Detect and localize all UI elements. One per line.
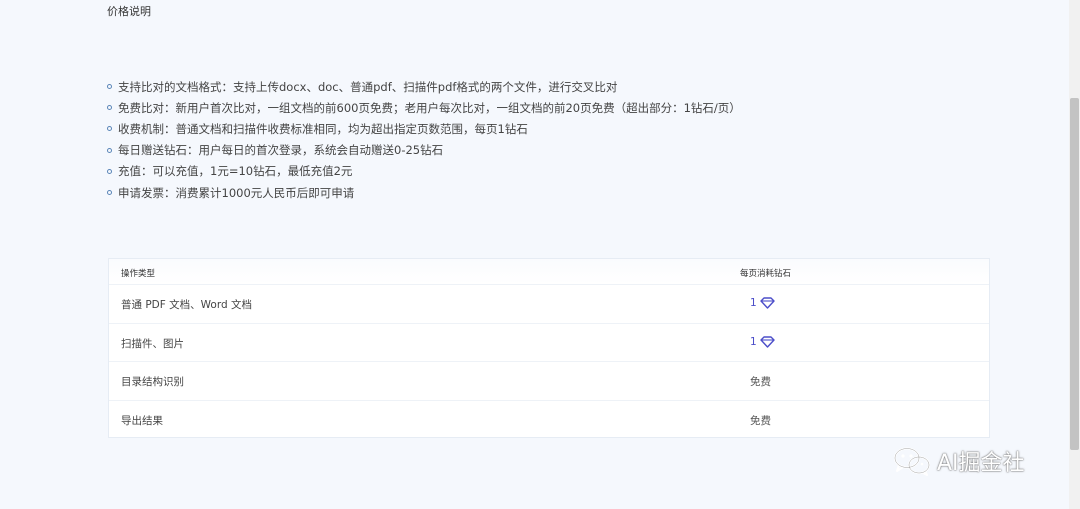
column-header-type: 操作类型 — [121, 269, 156, 279]
table-row: 扫描件、图片 1 — [109, 322, 989, 362]
info-text: 免费比对：新用户首次比对，一组文档的前600页免费；老用户每次比对，一组文档的前… — [118, 100, 741, 115]
row-cost: 免费 — [750, 374, 771, 389]
info-text: 每日赠送钻石：用户每日的首次登录，系统会自动赠送0-25钻石 — [118, 143, 444, 158]
bullet-icon — [107, 147, 112, 153]
scrollbar-thumb[interactable] — [1070, 98, 1079, 450]
pricing-page: 价格说明 支持比对的文档格式：支持上传docx、doc、普通pdf、扫描件pdf… — [0, 0, 1080, 509]
pricing-table: 操作类型 每页消耗钻石 普通 PDF 文档、Word 文档 1 扫描件、图片 1 — [108, 258, 990, 438]
row-cost: 1 — [750, 297, 775, 309]
row-type: 普通 PDF 文档、Word 文档 — [121, 299, 252, 311]
cost-value: 1 — [750, 297, 757, 309]
cost-value: 免费 — [750, 376, 771, 389]
diamond-icon — [759, 297, 775, 309]
info-item-invoice: 申请发票：消费累计1000元人民币后即可申请 — [107, 182, 741, 203]
info-text: 支持比对的文档格式：支持上传docx、doc、普通pdf、扫描件pdf格式的两个… — [118, 79, 618, 94]
bullet-icon — [107, 105, 112, 111]
table-header: 操作类型 每页消耗钻石 — [109, 259, 989, 284]
info-item-recharge: 充值：可以充值，1元=10钻石，最低充值2元 — [107, 161, 741, 182]
bullet-icon — [107, 190, 112, 196]
vertical-scrollbar[interactable] — [1069, 0, 1080, 509]
column-header-cost: 每页消耗钻石 — [740, 269, 792, 279]
table-row: 目录结构识别 免费 — [109, 361, 989, 400]
table-row: 普通 PDF 文档、Word 文档 1 — [109, 284, 989, 323]
cost-value: 免费 — [750, 415, 771, 428]
bullet-icon — [107, 168, 112, 174]
info-item-daily-gift: 每日赠送钻石：用户每日的首次登录，系统会自动赠送0-25钻石 — [107, 140, 741, 161]
wechat-icon — [894, 447, 930, 476]
info-text: 收费机制：普通文档和扫描件收费标准相同，均为超出指定页数范围，每页1钻石 — [118, 121, 528, 136]
watermark-text: AI掘金社 — [937, 451, 1025, 476]
info-text: 申请发票：消费累计1000元人民币后即可申请 — [118, 185, 355, 200]
info-item-formats: 支持比对的文档格式：支持上传docx、doc、普通pdf、扫描件pdf格式的两个… — [107, 76, 741, 97]
bullet-icon — [107, 84, 112, 90]
table-row: 导出结果 免费 — [109, 400, 989, 439]
diamond-icon — [759, 335, 775, 348]
watermark: AI掘金社 — [893, 445, 1025, 477]
info-item-free-compare: 免费比对：新用户首次比对，一组文档的前600页免费；老用户每次比对，一组文档的前… — [107, 97, 741, 118]
pricing-info-list: 支持比对的文档格式：支持上传docx、doc、普通pdf、扫描件pdf格式的两个… — [107, 76, 741, 203]
section-title: 价格说明 — [107, 5, 151, 18]
row-cost: 免费 — [750, 413, 771, 428]
info-item-charge-rule: 收费机制：普通文档和扫描件收费标准相同，均为超出指定页数范围，每页1钻石 — [107, 118, 741, 139]
row-type: 导出结果 — [121, 415, 163, 428]
row-type: 扫描件、图片 — [121, 337, 184, 350]
bullet-icon — [107, 126, 112, 132]
row-type: 目录结构识别 — [121, 376, 184, 389]
cost-value: 1 — [750, 335, 757, 348]
row-cost: 1 — [750, 336, 775, 348]
info-text: 充值：可以充值，1元=10钻石，最低充值2元 — [118, 164, 353, 179]
